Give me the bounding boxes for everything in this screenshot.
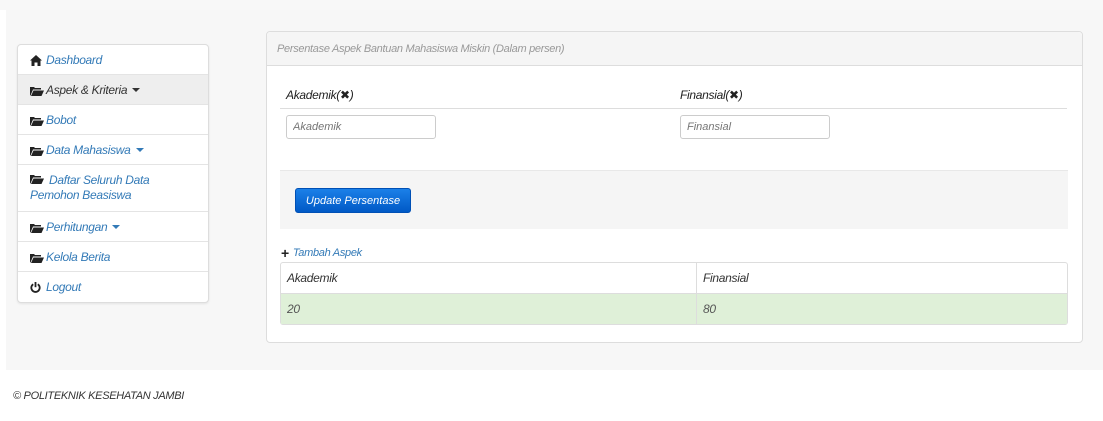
sidebar-item-label: Logout (46, 280, 81, 294)
tambah-aspek-label: Tambah Aspek (292, 247, 362, 259)
aspek-table: Akademik Finansial 20 80 (280, 262, 1068, 325)
sidebar-item-data-mahasiswa[interactable]: Data Mahasiswa (18, 135, 208, 165)
sidebar-menu: Dashboard Aspek & Kriteria Bobot Data Ma… (17, 44, 209, 303)
persentase-panel: Persentase Aspek Bantuan Mahasiswa Miski… (266, 31, 1083, 343)
field-labels-row: Akademik(✖) Finansial(✖) (280, 84, 1067, 109)
sidebar-item-label: Aspek & Kriteria (46, 82, 128, 97)
footer: © POLITEKNIK KESEHATAN JAMBI (0, 370, 1103, 421)
sidebar-item-dashboard[interactable]: Dashboard (18, 45, 208, 75)
folder-open-icon (30, 222, 44, 233)
folder-open-icon (30, 115, 44, 126)
akademik-label: Akademik(✖) (286, 88, 354, 102)
tambah-aspek-link[interactable]: + Tambah Aspek (281, 245, 362, 261)
sidebar-item-label: Dashboard (46, 52, 103, 67)
remove-icon[interactable]: ✖ (729, 88, 739, 102)
table-cell-akademik: 20 (281, 294, 696, 324)
caret-down-icon (135, 147, 144, 152)
page-top-band (0, 0, 1103, 10)
main-wrapper: Dashboard Aspek & Kriteria Bobot Data Ma… (6, 10, 1103, 370)
sidebar-item-logout[interactable]: Logout (18, 272, 208, 302)
sidebar-item-bobot[interactable]: Bobot (18, 105, 208, 135)
table-header-row: Akademik Finansial (281, 263, 1067, 294)
akademik-input[interactable] (286, 115, 436, 139)
remove-icon[interactable]: ✖ (340, 88, 350, 102)
finansial-label: Finansial(✖) (680, 88, 743, 102)
sidebar-item-label: Data Mahasiswa (46, 142, 131, 157)
table-row: 20 80 (281, 294, 1067, 324)
sidebar-item-aspek-kriteria[interactable]: Aspek & Kriteria (18, 75, 208, 105)
home-icon (30, 54, 42, 66)
table-header-akademik: Akademik (281, 263, 696, 294)
footer-copyright: © POLITEKNIK KESEHATAN JAMBI (13, 390, 185, 402)
sidebar-item-label: Kelola Berita (46, 249, 111, 264)
folder-open-icon (30, 173, 44, 184)
table-cell-finansial: 80 (696, 294, 1067, 324)
caret-down-icon (112, 224, 121, 229)
update-persentase-button[interactable]: Update Persentase (295, 188, 411, 213)
folder-open-icon (30, 145, 44, 156)
sidebar-item-label: Daftar Seluruh Data Pemohon Beasiswa (30, 173, 150, 202)
folder-open-icon (30, 85, 44, 96)
power-icon (30, 282, 42, 293)
finansial-input[interactable] (680, 115, 830, 139)
sidebar-item-daftar-pemohon[interactable]: Daftar Seluruh Data Pemohon Beasiswa (18, 165, 208, 212)
caret-down-icon (132, 87, 141, 92)
button-well: Update Persentase (280, 170, 1068, 229)
plus-icon: + (281, 245, 289, 261)
sidebar-item-label: Perhitungan (46, 219, 108, 234)
sidebar-item-label: Bobot (46, 112, 76, 127)
table-header-finansial: Finansial (696, 263, 1067, 294)
panel-heading: Persentase Aspek Bantuan Mahasiswa Miski… (267, 32, 1082, 66)
sidebar-item-kelola-berita[interactable]: Kelola Berita (18, 242, 208, 272)
sidebar-item-perhitungan[interactable]: Perhitungan (18, 212, 208, 242)
folder-open-icon (30, 252, 44, 263)
